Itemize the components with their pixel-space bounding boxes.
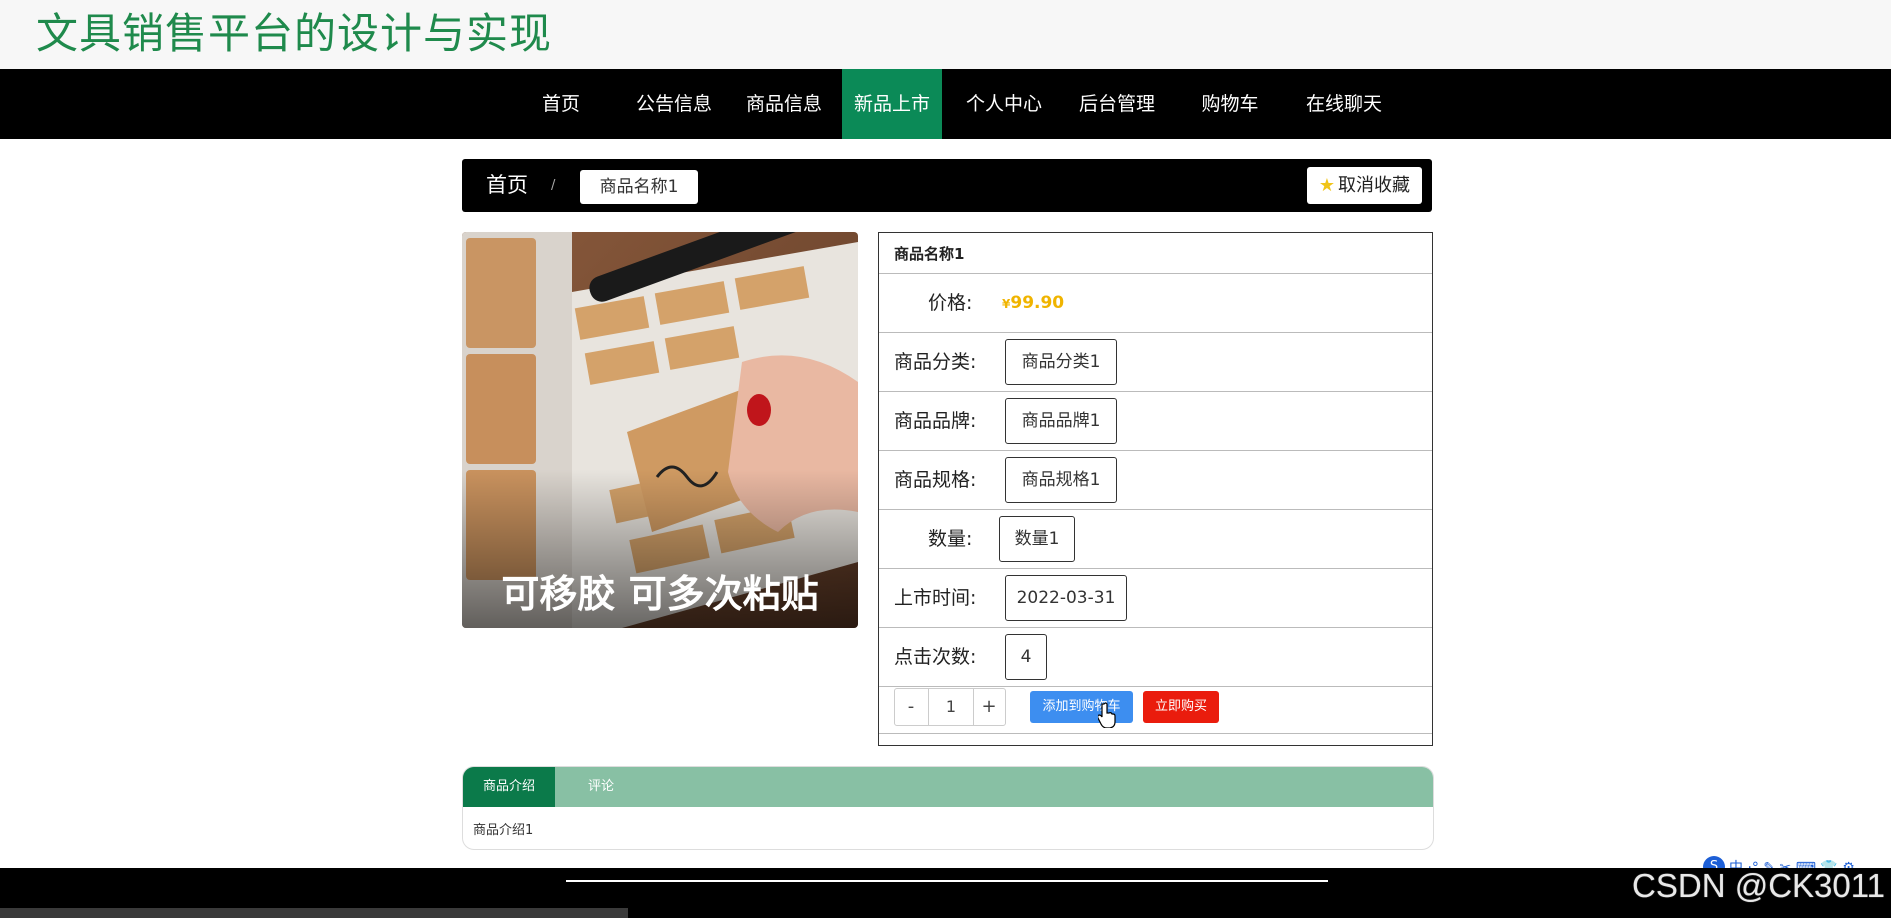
nav-item-chat[interactable]: 在线聊天 [1304, 69, 1384, 139]
nav-item-new-arrivals[interactable]: 新品上市 [842, 69, 942, 139]
tab-comments[interactable]: 评论 [555, 767, 647, 807]
spec-label: 商品规格: [894, 469, 977, 491]
clicks-row: 点击次数: 4 [879, 628, 1432, 687]
product-tabs: 商品介绍 评论 商品介绍1 [462, 766, 1434, 850]
quantity-increase-button[interactable]: + [973, 689, 1005, 725]
quantity-info-value: 数量1 [999, 516, 1075, 562]
hand-cursor-icon [1098, 702, 1116, 728]
site-header: 文具销售平台的设计与实现 [0, 0, 1891, 69]
product-photo-icon: 可移胶 可多次粘贴 [462, 232, 858, 628]
footer-divider [566, 880, 1328, 882]
breadcrumb-separator: / [551, 178, 556, 193]
main-nav: 首页 公告信息 商品信息 新品上市 个人中心 后台管理 购物车 在线聊天 [0, 69, 1891, 139]
quantity-info-label: 数量: [928, 528, 973, 550]
price-label: 价格: [928, 292, 973, 314]
tab-header: 商品介绍 评论 [463, 767, 1433, 807]
unfavorite-label: 取消收藏 [1338, 175, 1410, 196]
price-value: ¥99.90 [1002, 293, 1065, 313]
nav-item-home[interactable]: 首页 [531, 69, 591, 139]
category-label: 商品分类: [894, 351, 977, 373]
quantity-decrease-button[interactable]: - [895, 689, 927, 725]
product-name-row: 商品名称1 [879, 233, 1432, 274]
price-row: 价格: ¥99.90 [879, 274, 1432, 333]
quantity-info-row: 数量: 数量1 [879, 510, 1432, 569]
site-title: 文具销售平台的设计与实现 [36, 9, 553, 58]
brand-label: 商品品牌: [894, 410, 977, 432]
image-caption: 可移胶 可多次粘贴 [501, 572, 818, 616]
breadcrumb-home[interactable]: 首页 [486, 159, 528, 212]
tab-product-intro[interactable]: 商品介绍 [463, 767, 555, 807]
breadcrumb-current: 商品名称1 [580, 170, 698, 204]
category-row: 商品分类: 商品分类1 [879, 333, 1432, 392]
star-icon: ★ [1318, 175, 1335, 196]
spec-row: 商品规格: 商品规格1 [879, 451, 1432, 510]
watermark: CSDN @CK3011 [1632, 867, 1885, 904]
launch-date-value: 2022-03-31 [1005, 575, 1127, 621]
clicks-value: 4 [1005, 634, 1047, 680]
spec-value: 商品规格1 [1005, 457, 1117, 503]
launch-date-row: 上市时间: 2022-03-31 [879, 569, 1432, 628]
nav-item-announcements[interactable]: 公告信息 [634, 69, 714, 139]
unfavorite-button[interactable]: ★ 取消收藏 [1306, 167, 1422, 204]
tab-content: 商品介绍1 [473, 823, 534, 838]
category-value: 商品分类1 [1005, 339, 1117, 385]
quantity-input[interactable]: 1 [928, 689, 974, 725]
quantity-stepper: - 1 + [894, 688, 1006, 726]
breadcrumb: 首页 / 商品名称1 ★ 取消收藏 [462, 159, 1432, 212]
product-detail-panel: 商品名称1 价格: ¥99.90 商品分类: 商品分类1 商品品牌: 商品品牌1… [878, 232, 1433, 746]
browser-status-bar [0, 908, 628, 918]
buy-now-button[interactable]: 立即购买 [1143, 691, 1219, 723]
nav-item-cart[interactable]: 购物车 [1199, 69, 1261, 139]
nav-item-admin[interactable]: 后台管理 [1077, 69, 1157, 139]
clicks-label: 点击次数: [894, 646, 977, 668]
nav-item-products[interactable]: 商品信息 [744, 69, 824, 139]
nav-item-personal-center[interactable]: 个人中心 [964, 69, 1044, 139]
add-to-cart-button[interactable]: 添加到购物车 [1030, 691, 1133, 723]
product-image: 可移胶 可多次粘贴 [462, 232, 858, 628]
product-name: 商品名称1 [894, 245, 965, 263]
brand-row: 商品品牌: 商品品牌1 [879, 392, 1432, 451]
detail-divider [879, 733, 1432, 734]
launch-date-label: 上市时间: [894, 587, 977, 609]
brand-value: 商品品牌1 [1005, 398, 1117, 444]
